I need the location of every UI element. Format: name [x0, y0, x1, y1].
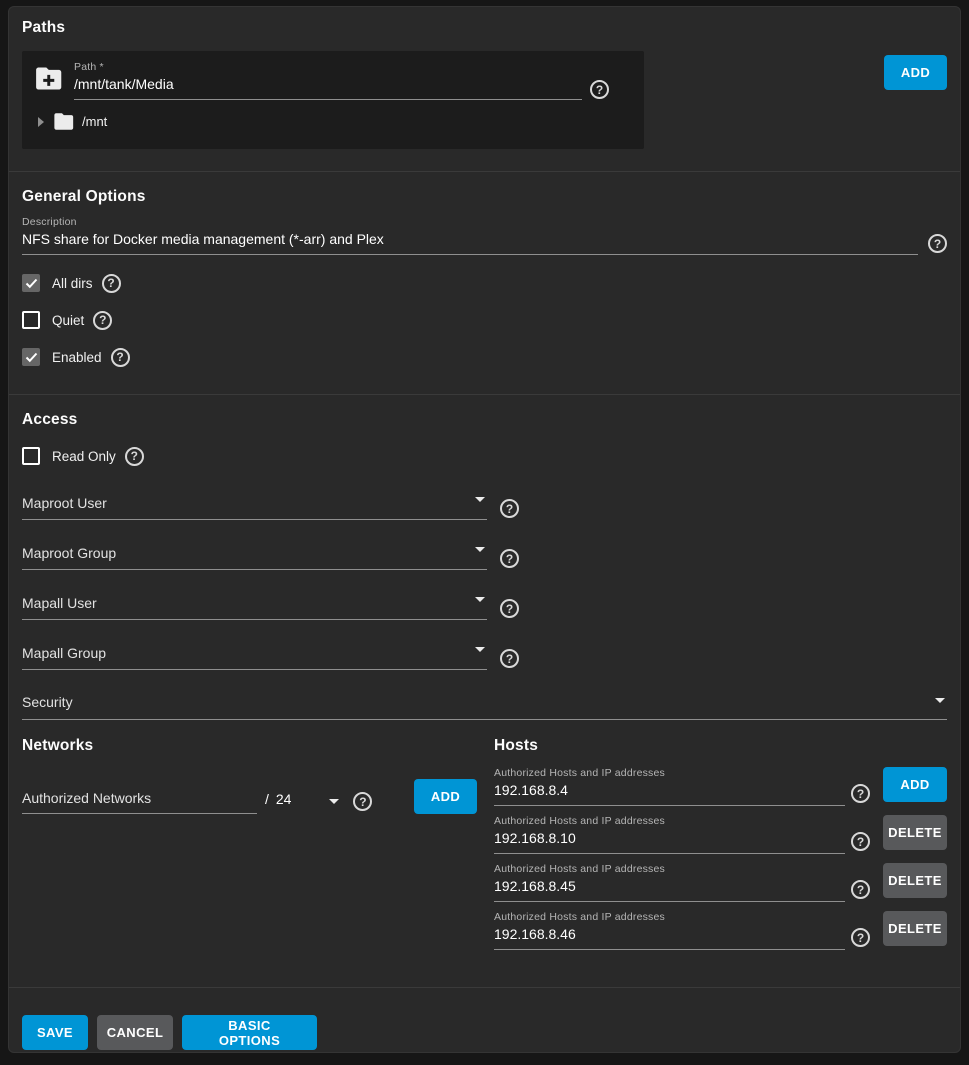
paths-heading: Paths: [22, 19, 947, 37]
cancel-button[interactable]: CANCEL: [97, 1015, 173, 1050]
authorized-host-field[interactable]: Authorized Hosts and IP addresses 192.16…: [494, 815, 845, 854]
paths-add-button[interactable]: ADD: [884, 55, 947, 90]
maproot-group-select[interactable]: Maproot Group: [22, 545, 487, 570]
checkbox-row-quiet[interactable]: Quiet: [22, 311, 947, 329]
enabled-checkbox[interactable]: [22, 348, 40, 366]
path-picker-panel: Path * /mnt/tank/Media /mnt: [22, 51, 644, 149]
host-row: Authorized Hosts and IP addresses 192.16…: [494, 767, 947, 806]
checkbox-label: All dirs: [52, 276, 93, 291]
chevron-down-icon: [475, 597, 485, 602]
checkbox-row-read-only[interactable]: Read Only: [22, 447, 947, 465]
chevron-down-icon: [329, 799, 339, 804]
help-icon[interactable]: [93, 311, 112, 330]
checkbox-row-enabled[interactable]: Enabled: [22, 348, 947, 366]
help-icon[interactable]: [851, 832, 870, 851]
help-icon[interactable]: [590, 80, 609, 99]
networks-column: Networks Authorized Networks / 24 ADD: [22, 737, 477, 959]
nfs-share-form: Paths Path * /mnt/tank/Media: [8, 6, 961, 1053]
security-select[interactable]: Security: [22, 694, 947, 720]
help-icon[interactable]: [851, 928, 870, 947]
all-dirs-checkbox[interactable]: [22, 274, 40, 292]
save-button[interactable]: SAVE: [22, 1015, 88, 1050]
help-icon[interactable]: [928, 234, 947, 253]
checkbox-label: Quiet: [52, 313, 84, 328]
section-paths: Paths Path * /mnt/tank/Media: [9, 7, 960, 172]
help-icon[interactable]: [851, 880, 870, 899]
help-icon[interactable]: [500, 549, 519, 568]
description-field[interactable]: Description NFS share for Docker media m…: [22, 216, 918, 255]
authorized-networks-field[interactable]: Authorized Networks: [22, 790, 257, 814]
help-icon[interactable]: [500, 599, 519, 618]
mapall-user-select[interactable]: Mapall User: [22, 595, 487, 620]
host-row: Authorized Hosts and IP addresses 192.16…: [494, 911, 947, 950]
basic-options-button[interactable]: BASIC OPTIONS: [182, 1015, 317, 1050]
networks-heading: Networks: [22, 737, 477, 755]
read-only-checkbox[interactable]: [22, 447, 40, 465]
hosts-column: Hosts Authorized Hosts and IP addresses …: [494, 737, 947, 959]
description-value[interactable]: NFS share for Docker media management (*…: [22, 231, 918, 255]
host-delete-button[interactable]: DELETE: [883, 815, 947, 850]
help-icon[interactable]: [500, 649, 519, 668]
host-row: Authorized Hosts and IP addresses 192.16…: [494, 863, 947, 902]
checkbox-row-all-dirs[interactable]: All dirs: [22, 274, 947, 292]
checkbox-label: Enabled: [52, 350, 102, 365]
help-icon[interactable]: [125, 447, 144, 466]
host-add-button[interactable]: ADD: [883, 767, 947, 802]
help-icon[interactable]: [500, 499, 519, 518]
general-options-heading: General Options: [22, 188, 947, 206]
expand-arrow-icon[interactable]: [38, 117, 44, 127]
section-general-options: General Options Description NFS share fo…: [9, 172, 960, 395]
chevron-down-icon: [935, 698, 945, 703]
host-delete-button[interactable]: DELETE: [883, 863, 947, 898]
authorized-host-field[interactable]: Authorized Hosts and IP addresses 192.16…: [494, 911, 845, 950]
tree-node-mnt[interactable]: /mnt: [34, 112, 632, 131]
mapall-group-select[interactable]: Mapall Group: [22, 645, 487, 670]
networks-add-button[interactable]: ADD: [414, 779, 477, 814]
netmask-select[interactable]: 24: [276, 791, 340, 814]
authorized-host-field[interactable]: Authorized Hosts and IP addresses 192.16…: [494, 767, 845, 806]
section-networks-hosts: Networks Authorized Networks / 24 ADD Ho…: [9, 720, 960, 988]
cidr-separator: /: [265, 791, 269, 807]
help-icon[interactable]: [353, 792, 372, 811]
path-field-value[interactable]: /mnt/tank/Media: [74, 76, 582, 100]
path-field[interactable]: Path * /mnt/tank/Media: [74, 61, 582, 100]
section-access: Access Read Only Maproot User Maproot Gr…: [9, 395, 960, 720]
tree-node-label: /mnt: [82, 114, 107, 129]
help-icon[interactable]: [111, 348, 130, 367]
create-new-folder-icon[interactable]: [34, 65, 64, 97]
hosts-heading: Hosts: [494, 737, 947, 755]
description-label: Description: [22, 216, 918, 228]
path-field-label: Path *: [74, 61, 582, 73]
access-heading: Access: [22, 411, 947, 429]
chevron-down-icon: [475, 497, 485, 502]
help-icon[interactable]: [851, 784, 870, 803]
chevron-down-icon: [475, 647, 485, 652]
help-icon[interactable]: [102, 274, 121, 293]
folder-icon: [53, 112, 75, 131]
authorized-host-field[interactable]: Authorized Hosts and IP addresses 192.16…: [494, 863, 845, 902]
host-row: Authorized Hosts and IP addresses 192.16…: [494, 815, 947, 854]
form-actions: SAVE CANCEL BASIC OPTIONS: [9, 988, 960, 1050]
checkbox-label: Read Only: [52, 449, 116, 464]
quiet-checkbox[interactable]: [22, 311, 40, 329]
chevron-down-icon: [475, 547, 485, 552]
maproot-user-select[interactable]: Maproot User: [22, 495, 487, 520]
host-delete-button[interactable]: DELETE: [883, 911, 947, 946]
